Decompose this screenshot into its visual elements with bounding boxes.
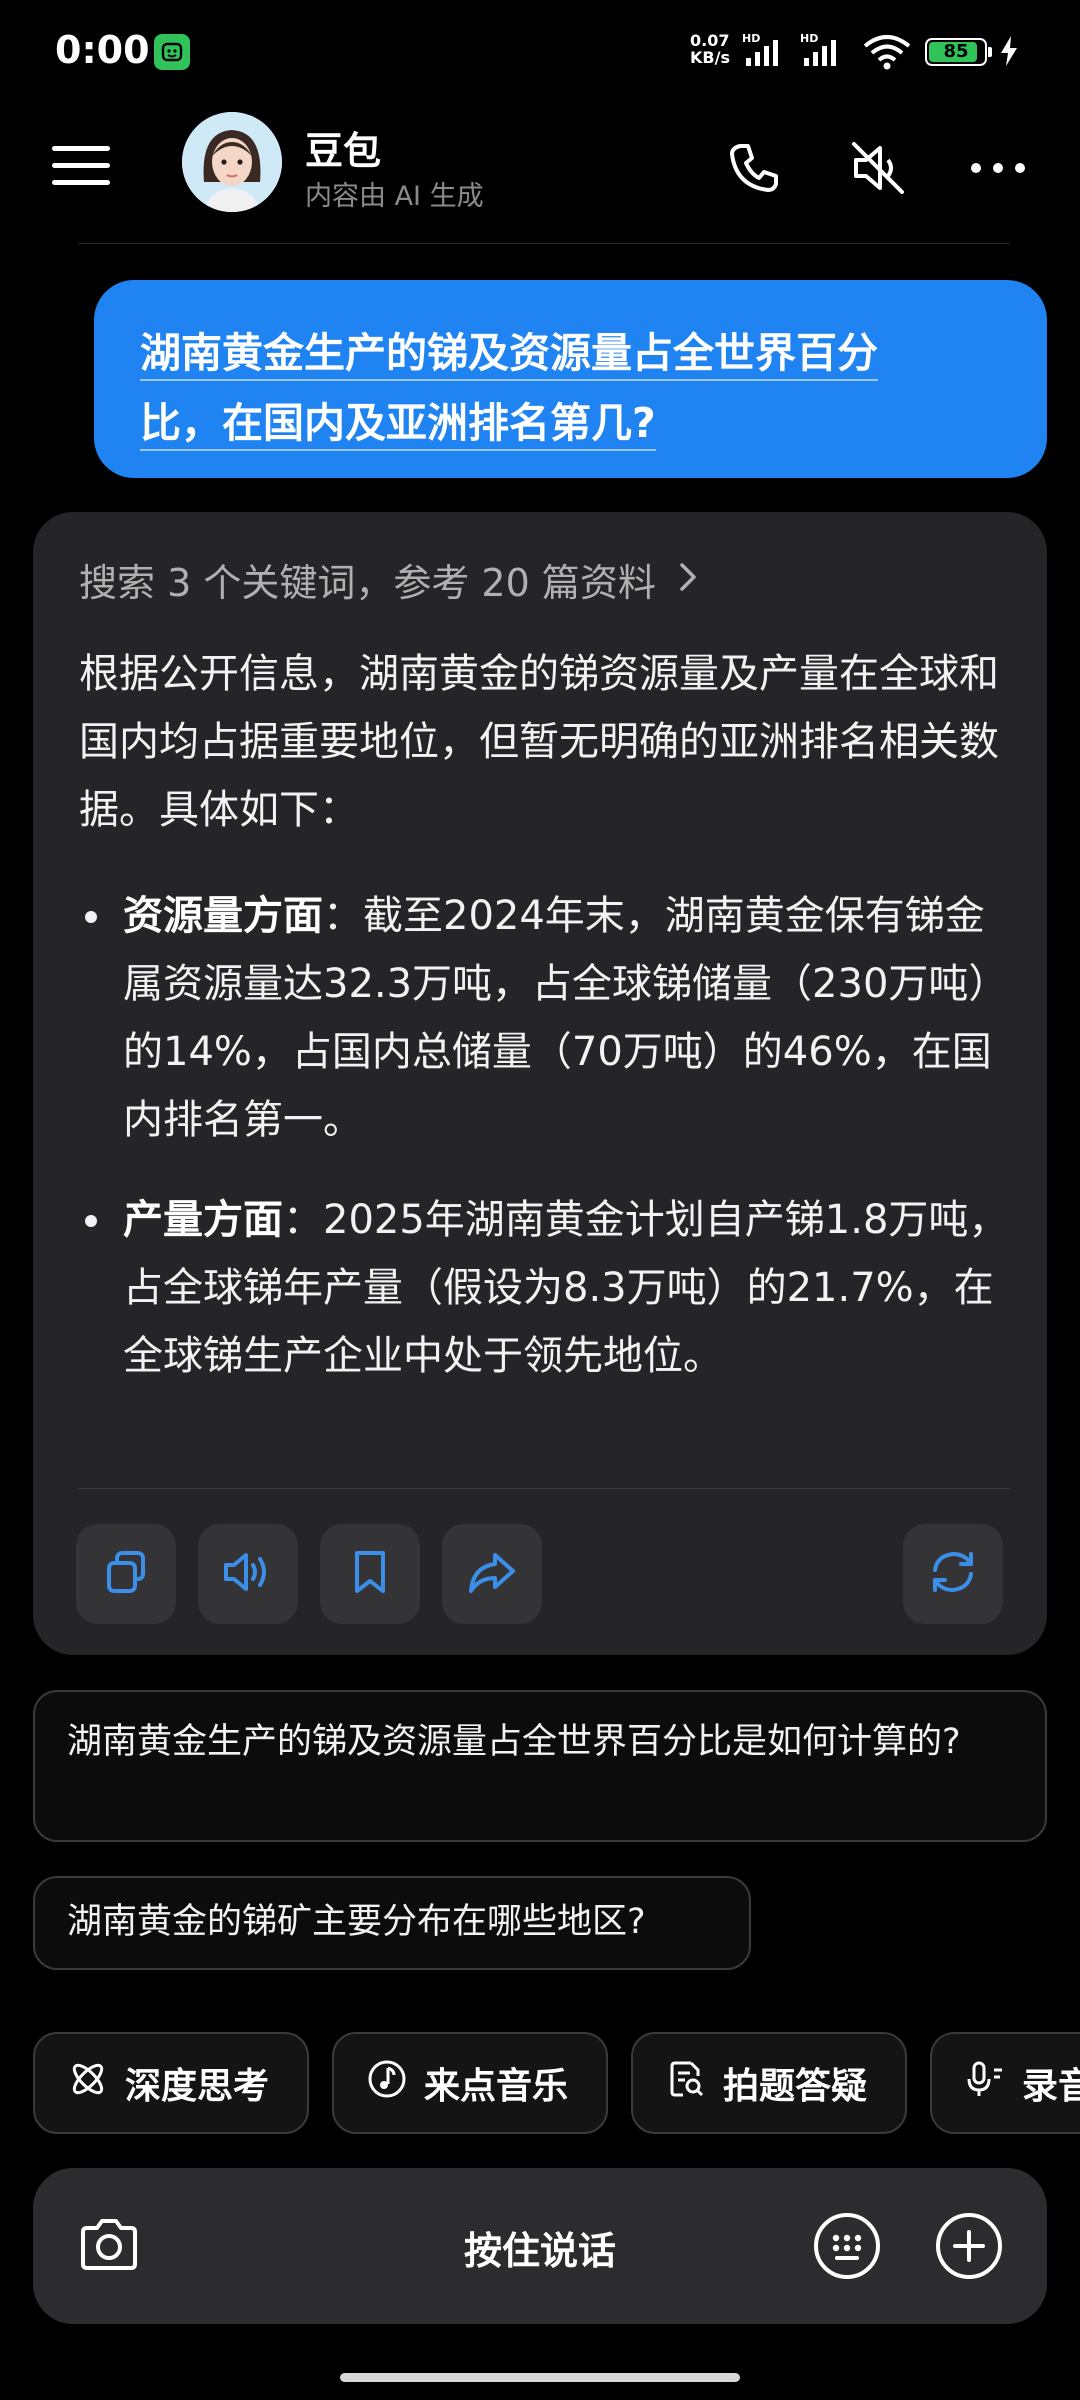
charging-icon — [998, 34, 1020, 72]
home-indicator[interactable] — [340, 2373, 740, 2382]
chat-header: 豆包 内容由 AI 生成 — [0, 100, 1080, 240]
search-summary: 搜索 3 个关键词，参考 20 篇资料 — [79, 561, 656, 605]
search-references-link[interactable]: 搜索 3 个关键词，参考 20 篇资料 — [79, 552, 698, 607]
input-bar: 按住说话 — [33, 2168, 1047, 2324]
user-message-line: 湖南黄金生产的锑及资源量占全世界百分 — [140, 329, 878, 381]
phone-icon[interactable] — [722, 136, 786, 200]
read-aloud-button[interactable] — [198, 1524, 298, 1624]
read-aloud-icon — [220, 1547, 276, 1601]
user-message-bubble[interactable]: 湖南黄金生产的锑及资源量占全世界百分 比，在国内及亚洲排名第几? — [94, 280, 1047, 478]
regenerate-icon — [925, 1544, 981, 1604]
bullet-title: 产量方面 — [123, 1197, 283, 1243]
network-speed: 0.07 KB/s — [690, 31, 730, 67]
plus-icon[interactable] — [933, 2210, 1005, 2282]
speaker-muted-icon[interactable] — [846, 136, 910, 200]
hold-to-talk-button[interactable]: 按住说话 — [33, 2220, 1047, 2275]
chip-music[interactable]: 来点音乐 — [332, 2032, 608, 2134]
chip-record[interactable]: 录音 — [930, 2032, 1080, 2134]
music-icon — [366, 2058, 424, 2109]
suggestion-text: 湖南黄金生产的锑及资源量占全世界百分比是如何计算的? — [67, 1722, 961, 1762]
signal-hd-label: HD — [742, 32, 760, 45]
mi-home-icon — [154, 34, 190, 70]
chevron-right-icon — [678, 558, 698, 602]
signal-hd-label: HD — [800, 32, 818, 45]
answer-intro: 根据公开信息，湖南黄金的锑资源量及产量在全球和国内均占据重要地位，但暂无明确的亚… — [79, 651, 999, 833]
keyboard-icon[interactable] — [811, 2210, 883, 2282]
ai-disclaimer: 内容由 AI 生成 — [305, 181, 484, 212]
status-time: 0:00 — [55, 28, 150, 72]
status-bar: 0:00 0.07 KB/s HD HD 85 — [0, 0, 1080, 100]
chip-label: 来点音乐 — [424, 2066, 569, 2107]
avatar[interactable] — [182, 112, 282, 212]
assistant-answer-card: 搜索 3 个关键词，参考 20 篇资料 根据公开信息，湖南黄金的锑资源量及产量在… — [33, 512, 1047, 1655]
bookmark-button[interactable] — [320, 1524, 420, 1624]
suggested-question[interactable]: 湖南黄金的锑矿主要分布在哪些地区? — [33, 1876, 751, 1970]
bot-name: 豆包 — [305, 129, 382, 173]
answer-body: 根据公开信息，湖南黄金的锑资源量及产量在全球和国内均占据重要地位，但暂无明确的亚… — [79, 640, 1009, 1422]
signal-icon: HD — [742, 32, 792, 74]
chip-label: 录音 — [1022, 2066, 1080, 2107]
copy-button[interactable] — [76, 1524, 176, 1624]
card-divider — [79, 1488, 1009, 1489]
share-button[interactable] — [442, 1524, 542, 1624]
list-item: 产量方面：2025年湖南黄金计划自产锑1.8万吨，占全球锑年产量（假设为8.3万… — [79, 1186, 1009, 1390]
mic-icon — [964, 2058, 1022, 2109]
suggested-question[interactable]: 湖南黄金生产的锑及资源量占全世界百分比是如何计算的? — [33, 1690, 1047, 1842]
scan-question-icon — [665, 2058, 723, 2109]
user-message-text: 湖南黄金生产的锑及资源量占全世界百分 比，在国内及亚洲排名第几? — [140, 318, 1001, 458]
bullet-title: 资源量方面 — [123, 893, 323, 939]
header-divider — [78, 243, 1010, 244]
bookmark-icon — [345, 1547, 395, 1601]
chip-photo-answer[interactable]: 拍题答疑 — [631, 2032, 907, 2134]
regenerate-button[interactable] — [903, 1524, 1003, 1624]
battery-level: 85 — [943, 41, 969, 62]
chip-deep-thinking[interactable]: 深度思考 — [33, 2032, 309, 2134]
menu-icon[interactable] — [52, 146, 110, 186]
chip-label: 拍题答疑 — [723, 2066, 868, 2107]
answer-bullet-list: 资源量方面：截至2024年末，湖南黄金保有锑金属资源量达32.3万吨，占全球锑储… — [79, 882, 1009, 1390]
user-message-line: 比，在国内及亚洲排名第几? — [140, 399, 656, 451]
suggestion-text: 湖南黄金的锑矿主要分布在哪些地区? — [67, 1902, 646, 1942]
share-icon — [465, 1547, 519, 1601]
copy-icon — [101, 1547, 151, 1601]
more-icon[interactable] — [966, 136, 1030, 200]
signal-icon: HD — [800, 32, 850, 74]
wifi-icon — [862, 34, 912, 74]
battery-icon: 85 — [925, 38, 992, 66]
chip-label: 深度思考 — [125, 2066, 270, 2107]
atom-icon — [67, 2058, 125, 2109]
list-item: 资源量方面：截至2024年末，湖南黄金保有锑金属资源量达32.3万吨，占全球锑储… — [79, 882, 1009, 1154]
